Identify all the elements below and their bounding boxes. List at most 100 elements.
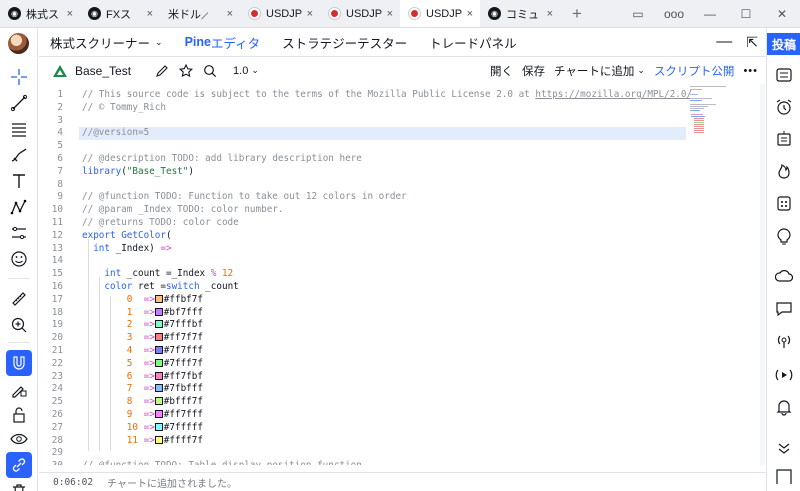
code-text: // © Tommy_Rich bbox=[82, 102, 166, 115]
close-tab-icon[interactable]: × bbox=[307, 8, 313, 20]
code-editor[interactable]: 1 // This source code is subject to the t… bbox=[39, 84, 766, 465]
maximize-button[interactable]: ☐ bbox=[728, 7, 764, 21]
search-icon[interactable] bbox=[203, 64, 217, 78]
color-swatch[interactable] bbox=[154, 294, 163, 303]
text-tool-icon[interactable] bbox=[6, 168, 32, 194]
fib-lines-icon[interactable] bbox=[6, 116, 32, 142]
save-button[interactable]: 保存 bbox=[522, 63, 545, 79]
post-button[interactable]: 投稿 bbox=[767, 33, 800, 55]
watchlist-icon[interactable] bbox=[771, 62, 797, 88]
collapse-panel-icon[interactable] bbox=[771, 434, 797, 460]
close-tab-icon[interactable]: × bbox=[467, 8, 473, 20]
link-icon[interactable] bbox=[6, 452, 32, 478]
lightbulb-icon[interactable] bbox=[771, 224, 797, 250]
browser-tab[interactable]: USDJP × bbox=[400, 0, 480, 27]
browser-tab-label: FXス bbox=[106, 8, 132, 21]
color-swatch[interactable] bbox=[154, 384, 163, 393]
tab-strategy-tester[interactable]: ストラテジーテスター bbox=[271, 28, 418, 57]
minimize-panel-icon[interactable]: — bbox=[716, 33, 732, 51]
alarm-clock-icon[interactable] bbox=[771, 94, 797, 120]
browser-tab-label: 株式ス bbox=[26, 8, 59, 21]
vertical-scrollbar[interactable] bbox=[760, 84, 765, 465]
tab-stock-screener[interactable]: 株式スクリーナー ⌄ bbox=[39, 28, 174, 57]
browser-tab[interactable]: ◉ 株式ス × bbox=[0, 0, 80, 27]
browser-tab[interactable]: USDJP × bbox=[240, 0, 320, 27]
stream-play-icon[interactable] bbox=[771, 362, 797, 388]
lock-drawing-icon[interactable] bbox=[6, 376, 32, 402]
browser-tab[interactable]: 米ドル／円 × bbox=[160, 0, 240, 27]
color-swatch[interactable] bbox=[154, 397, 163, 406]
browser-tab[interactable]: ◉ FXス × bbox=[80, 0, 160, 27]
line-number: 5 bbox=[57, 140, 63, 152]
calendar-icon[interactable] bbox=[771, 190, 797, 216]
close-tab-icon[interactable]: × bbox=[67, 8, 73, 20]
close-tab-icon[interactable]: × bbox=[387, 8, 393, 20]
browser-tab[interactable]: ◉ コミュ × bbox=[480, 0, 560, 27]
code-token: _Index bbox=[171, 268, 211, 280]
color-swatch[interactable] bbox=[154, 320, 163, 329]
flag-icon bbox=[328, 7, 341, 20]
forecast-icon[interactable] bbox=[6, 220, 32, 246]
comment-icon[interactable] bbox=[771, 296, 797, 322]
crosshair-icon[interactable] bbox=[6, 64, 32, 90]
ruler-icon[interactable] bbox=[6, 286, 32, 312]
color-swatch[interactable] bbox=[154, 307, 163, 316]
rename-pencil-icon[interactable] bbox=[155, 64, 169, 78]
code-token: => bbox=[143, 332, 155, 344]
star-icon[interactable] bbox=[179, 63, 194, 78]
tab-trading-panel[interactable]: トレードパネル bbox=[418, 28, 528, 57]
emoji-icon[interactable] bbox=[6, 246, 32, 272]
code-line: 4 //@version=5 bbox=[39, 127, 766, 141]
code-token: //@version=5 bbox=[82, 127, 150, 139]
pattern-icon[interactable] bbox=[6, 194, 32, 220]
publish-script-button[interactable]: スクリプト公開 bbox=[654, 63, 735, 79]
add-to-chart-button[interactable]: チャートに追加 ⌄ bbox=[554, 63, 645, 79]
zoom-in-icon[interactable] bbox=[6, 312, 32, 338]
color-swatch[interactable] bbox=[154, 422, 163, 431]
code-text: //@version=5 bbox=[82, 127, 149, 140]
magnet-icon[interactable] bbox=[6, 350, 32, 376]
browser-tab[interactable]: USDJP × bbox=[320, 0, 400, 27]
close-tab-icon[interactable]: × bbox=[227, 8, 233, 20]
chat-cloud-icon[interactable] bbox=[771, 264, 797, 290]
brush-icon[interactable] bbox=[6, 142, 32, 168]
code-text: 4 => #7f7fff bbox=[82, 345, 203, 358]
color-swatch[interactable] bbox=[154, 435, 163, 444]
notification-bell-icon[interactable] bbox=[771, 394, 797, 420]
new-tab-button[interactable]: + bbox=[560, 0, 594, 27]
line-number: 22 bbox=[51, 357, 63, 369]
close-window-button[interactable]: ✕ bbox=[764, 7, 800, 21]
more-button[interactable]: ooo bbox=[656, 7, 692, 21]
panel-layout-icon[interactable]: ▭ bbox=[620, 7, 656, 21]
trash-icon[interactable] bbox=[6, 478, 32, 491]
code-minimap[interactable] bbox=[688, 84, 728, 144]
close-tab-icon[interactable]: × bbox=[147, 8, 153, 20]
trendline-icon[interactable] bbox=[6, 90, 32, 116]
minimize-button[interactable]: — bbox=[692, 7, 728, 21]
eye-icon[interactable] bbox=[6, 426, 32, 452]
maximize-panel-icon[interactable]: ⇱ bbox=[746, 34, 758, 51]
color-swatch[interactable] bbox=[154, 346, 163, 354]
tab-pine-editor[interactable]: Pine エディタ bbox=[174, 28, 272, 57]
color-swatch[interactable] bbox=[154, 333, 163, 342]
hot-list-fire-icon[interactable] bbox=[771, 158, 797, 184]
broadcast-icon[interactable] bbox=[771, 328, 797, 354]
open-button[interactable]: 開く bbox=[490, 63, 513, 79]
close-tab-icon[interactable]: × bbox=[547, 8, 553, 20]
avatar[interactable] bbox=[8, 33, 29, 54]
color-swatch[interactable] bbox=[154, 358, 163, 367]
help-icon[interactable] bbox=[771, 464, 797, 490]
version-dropdown[interactable]: 1.0 ⌄ bbox=[233, 65, 259, 77]
line-number: 23 bbox=[51, 370, 63, 382]
code-token: @function bbox=[98, 191, 150, 203]
code-token: @description bbox=[98, 153, 166, 164]
color-swatch[interactable] bbox=[154, 371, 163, 380]
more-options-icon[interactable]: ••• bbox=[743, 65, 758, 77]
code-token: => bbox=[143, 421, 155, 433]
color-swatch[interactable] bbox=[154, 410, 163, 418]
object-tree-icon[interactable] bbox=[771, 126, 797, 152]
lock-icon[interactable] bbox=[6, 402, 32, 428]
script-name[interactable]: Base_Test bbox=[75, 64, 131, 78]
